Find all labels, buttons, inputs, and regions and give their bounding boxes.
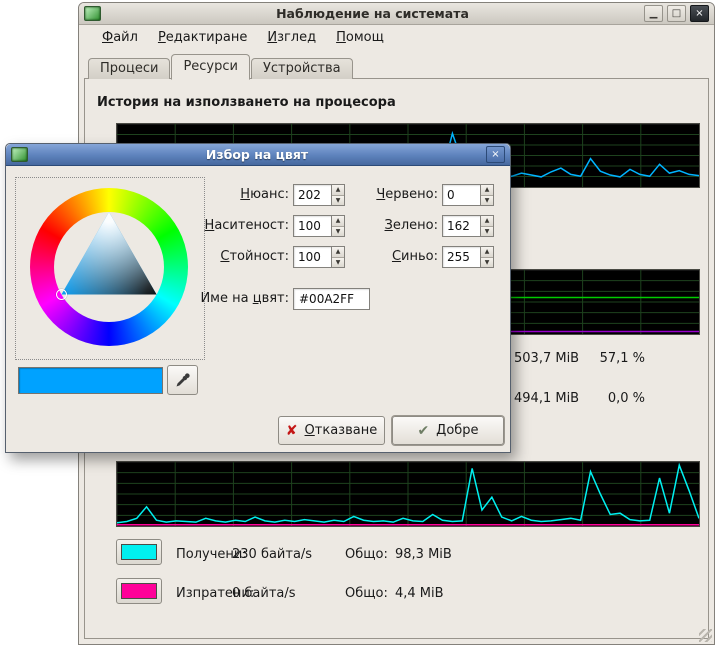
blue-input[interactable] bbox=[442, 246, 480, 268]
menu-help[interactable]: Помощ bbox=[327, 28, 393, 47]
close-button[interactable]: × bbox=[690, 5, 709, 22]
cancel-button[interactable]: ✘ Отказване bbox=[278, 416, 385, 445]
value-label: Стойност: bbox=[169, 246, 289, 268]
app-icon bbox=[84, 6, 101, 21]
color-name-input[interactable] bbox=[293, 288, 370, 310]
received-color-button[interactable] bbox=[116, 539, 162, 565]
color-name-label: Име на цвят: bbox=[169, 288, 289, 310]
received-rate: 230 байта/s bbox=[232, 546, 312, 564]
sent-total-label: Общо: bbox=[345, 585, 388, 603]
menubar: Файл Редактиране Изглед Помощ bbox=[79, 25, 714, 49]
saturation-input[interactable] bbox=[293, 215, 331, 237]
received-total: 98,3 MiB bbox=[395, 546, 452, 564]
blue-spinner: ▲▼ bbox=[442, 246, 494, 268]
cpu-history-heading: История на използването на процесора bbox=[97, 95, 396, 110]
tab-resources[interactable]: Ресурси bbox=[171, 54, 250, 80]
blue-down-icon[interactable]: ▼ bbox=[481, 258, 493, 268]
network-history-chart bbox=[116, 461, 700, 527]
saturation-label: Наситеност: bbox=[169, 215, 289, 237]
red-up-icon[interactable]: ▲ bbox=[481, 185, 493, 196]
green-spinner: ▲▼ bbox=[442, 215, 494, 237]
memory-percent: 57,1 % bbox=[565, 350, 645, 368]
red-spinner: ▲▼ bbox=[442, 184, 494, 206]
menu-edit[interactable]: Редактиране bbox=[149, 28, 256, 47]
hue-ring[interactable] bbox=[30, 188, 188, 346]
resize-grip[interactable] bbox=[699, 629, 712, 642]
red-input[interactable] bbox=[442, 184, 480, 206]
blue-up-icon[interactable]: ▲ bbox=[481, 247, 493, 258]
tabstrip: Процеси Ресурси Устройства bbox=[88, 55, 354, 79]
color-selector-dot[interactable] bbox=[56, 289, 67, 300]
ok-icon: ✔ bbox=[417, 424, 429, 438]
dialog-titlebar[interactable]: Избор на цвят × bbox=[6, 144, 510, 166]
tab-devices[interactable]: Устройства bbox=[251, 58, 353, 79]
dialog-close-button[interactable]: × bbox=[486, 146, 505, 163]
received-color-swatch bbox=[121, 544, 157, 560]
menu-file[interactable]: Файл bbox=[93, 28, 147, 47]
eyedropper-icon bbox=[175, 372, 191, 388]
dialog-app-icon bbox=[11, 147, 28, 162]
main-window-title: Наблюдение на системата bbox=[105, 6, 640, 21]
menu-view[interactable]: Изглед bbox=[258, 28, 325, 47]
sent-total: 4,4 MiB bbox=[395, 585, 444, 603]
sent-color-button[interactable] bbox=[116, 578, 162, 604]
green-down-icon[interactable]: ▼ bbox=[481, 227, 493, 237]
received-total-label: Общо: bbox=[345, 546, 388, 564]
blue-label: Синьо: bbox=[338, 246, 438, 268]
hue-input[interactable] bbox=[293, 184, 331, 206]
red-down-icon[interactable]: ▼ bbox=[481, 196, 493, 206]
ok-label: Добре bbox=[436, 423, 478, 438]
minimize-button[interactable]: ▁ bbox=[644, 5, 663, 22]
ok-button[interactable]: ✔ Добре bbox=[392, 416, 504, 445]
red-label: Червено: bbox=[338, 184, 438, 206]
maximize-button[interactable]: □ bbox=[667, 5, 686, 22]
tab-processes[interactable]: Процеси bbox=[88, 58, 170, 79]
swap-percent: 0,0 % bbox=[565, 390, 645, 408]
green-label: Зелено: bbox=[338, 215, 438, 237]
sent-color-swatch bbox=[121, 583, 157, 599]
hue-label: Нюанс: bbox=[169, 184, 289, 206]
green-up-icon[interactable]: ▲ bbox=[481, 216, 493, 227]
green-input[interactable] bbox=[442, 215, 480, 237]
cancel-label: Отказване bbox=[305, 423, 378, 438]
color-picker-dialog: Избор на цвят × Нюанс: ▲▼ Червено: ▲▼ На… bbox=[5, 143, 511, 453]
value-input[interactable] bbox=[293, 246, 331, 268]
eyedropper-button[interactable] bbox=[167, 365, 198, 395]
dialog-title: Избор на цвят bbox=[32, 147, 482, 162]
color-preview bbox=[18, 367, 163, 394]
cancel-icon: ✘ bbox=[286, 424, 298, 438]
sent-rate: 0 байта/s bbox=[232, 585, 296, 603]
main-titlebar[interactable]: Наблюдение на системата ▁ □ × bbox=[79, 3, 714, 25]
